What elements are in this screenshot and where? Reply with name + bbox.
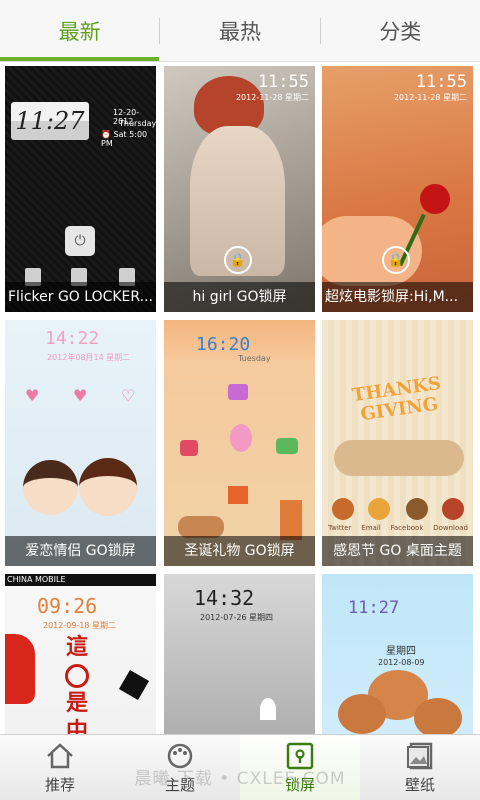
theme-clock: 11:55 [257,72,309,92]
nav-recommend-label: 推荐 [44,776,75,794]
theme-date: 2012-11-28 星期二 [393,93,467,102]
theme-date: Tuesday [238,354,271,363]
capybara-icon [414,698,462,734]
theme-art: THANKS GIVING [350,372,443,426]
tab-latest-label: 最新 [58,19,101,44]
nav-recommend[interactable]: 推荐 [0,735,120,800]
heart-icon: ♡ [121,386,136,405]
tab-hottest-label: 最热 [218,19,261,44]
theme-date: 2012-11-28 星期二 [235,93,309,102]
gift-icon [228,486,248,504]
tab-hottest[interactable]: 最热 [160,0,319,61]
tab-category[interactable]: 分类 [321,0,480,61]
theme-weekday: Thursday [119,119,156,128]
dock-label: Email [361,524,381,532]
theme-tile[interactable]: 14:32 2012-07-26 星期四 [164,574,315,734]
dock-label: Twitter [328,524,352,532]
wallpaper-icon [403,740,437,772]
capybara-icon [338,694,386,734]
theme-tile[interactable]: 11:55 2012-11-28 星期二 🔒 hi girl GO锁屏 [164,66,315,312]
nav-wallpaper[interactable]: 壁纸 [360,735,480,800]
theme-art: 這 是 中 [65,634,89,734]
theme-tile[interactable]: 16:20 Tuesday 圣诞礼物 GO锁屏 [164,320,315,566]
theme-date: 2012-07-26 星期四 [200,613,274,622]
theme-tile[interactable]: 11:27 星期四 2012-08-09 [322,574,473,734]
theme-tile[interactable]: 11:27 12-20-2012 Thursday ⏰ Sat 5:00 PM … [5,66,156,312]
dock-label: Download [433,524,468,532]
active-tab-indicator [0,57,160,61]
heart-icon: ♥ [25,386,40,405]
theme-caption: 感恩节 GO 桌面主题 [322,536,473,566]
flip-clock: 11:27 [11,102,89,140]
theme-preview [23,460,78,515]
dock-labels: Twitter Email Facebook Download [328,524,468,532]
lock-icon: 🔒 [224,246,252,274]
tree-icon [280,500,302,540]
heart-icon: ♥ [73,386,88,405]
theme-preview [79,458,137,516]
theme-alarm: ⏰ Sat 5:00 PM [101,130,156,148]
theme-weekday: 星期四 [386,646,416,657]
plug-icon: ⏻ [65,226,95,256]
leaf-icon [334,440,464,476]
top-tab-bar: 最新 最热 分类 [0,0,480,62]
theme-clock: 11:27 [348,598,400,618]
tab-category-label: 分类 [379,19,422,44]
dock-label: Facebook [390,524,424,532]
facebook-icon [406,498,428,520]
theme-caption: 超炫电影锁屏:Hi,M... [322,282,473,312]
tab-latest[interactable]: 最新 [0,0,160,61]
theme-tile[interactable]: 11:55 2012-11-28 星期二 🔒 超炫电影锁屏:Hi,M... [322,66,473,312]
download-icon [442,498,464,520]
umbrella-icon [260,698,276,720]
home-icon [43,740,77,772]
balloon-icon [230,424,252,452]
art-char [65,664,89,688]
theme-clock: 14:22 [45,328,100,349]
theme-caption: 爱恋情侣 GO锁屏 [5,536,156,566]
theme-caption: 圣诞礼物 GO锁屏 [164,536,315,566]
theme-tile[interactable]: CHINA MOBILE 09:26 2012-09-18 星期二 這 是 中 [5,574,156,734]
art-char: 是 [65,691,88,716]
theme-clock: 16:20 [196,334,251,355]
theme-caption: hi girl GO锁屏 [164,282,315,312]
theme-clock: 11:55 [415,72,467,92]
theme-tile[interactable]: 14:22 2012年08月14 星期二 ♥ ♥ ♡ 爱恋情侣 GO锁屏 [5,320,156,566]
reindeer-icon [178,516,224,538]
theme-caption: Flicker GO LOCKER... [5,282,156,312]
map-shape [5,634,35,704]
lock-icon: 🔒 [382,246,410,274]
theme-date: 2012年08月14 星期二 [47,353,131,362]
theme-date: 2012-09-18 星期二 [43,621,117,630]
phone-icon [180,440,198,456]
rose-icon [420,184,450,214]
turkey-icon [332,498,354,520]
mail-icon [368,498,390,520]
camera-icon [228,384,248,400]
art-char: 中 [65,719,88,734]
theme-clock: 09:26 [37,594,98,618]
message-icon [276,438,298,454]
nav-wallpaper-label: 壁纸 [404,776,435,794]
art-char: 這 [65,635,88,660]
theme-grid: 11:27 12-20-2012 Thursday ⏰ Sat 5:00 PM … [0,62,480,734]
theme-clock: 14:32 [194,586,255,610]
watermark: 晨曦 下载 • CXLEE.COM [134,769,346,789]
status-bar: CHINA MOBILE [5,574,156,586]
theme-tile[interactable]: THANKS GIVING Twitter Email Facebook Dow… [322,320,473,566]
alarm-icon: ⏰ [101,130,111,139]
map-shape [118,669,150,701]
theme-date: 2012-08-09 [378,658,425,667]
